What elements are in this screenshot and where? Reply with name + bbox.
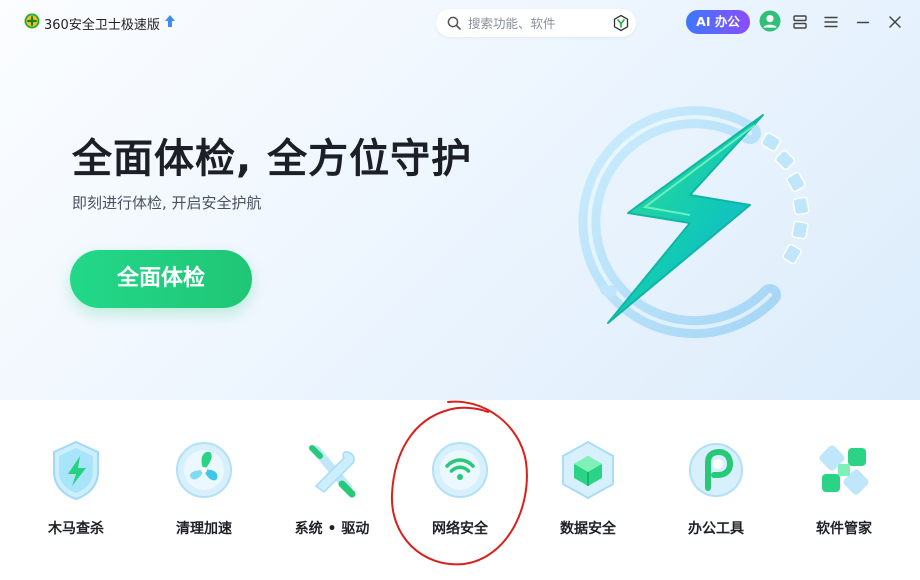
title-bar: 360安全卫士极速版 AI 办公 [0,0,920,46]
tool-label: 办公工具 [688,521,744,537]
full-scan-button[interactable]: 全面体检 [70,250,252,308]
minimize-icon[interactable] [853,12,873,32]
tool-cleanup[interactable]: 清理加速 [144,438,264,548]
search-bar[interactable] [436,9,636,37]
app-grid-icon [819,445,869,495]
ai-office-button[interactable]: AI 办公 [686,10,750,34]
wifi-icon [432,442,488,498]
upgrade-arrow-icon[interactable] [164,14,176,28]
tool-network-security[interactable]: 网络安全 [400,438,520,548]
tool-label: 软件管家 [816,521,872,537]
app-logo-icon [24,13,40,29]
wrench-screwdriver-icon [309,445,356,498]
user-avatar-icon[interactable] [759,10,781,32]
tool-label: 数据安全 [560,521,616,537]
data-cube-icon [562,440,614,500]
fan-icon [176,442,232,498]
tool-label: 网络安全 [432,521,488,537]
hero-title: 全面体检, 全方位守护 [72,136,473,182]
store-hexagon-icon[interactable] [612,14,630,32]
tool-label: 木马查杀 [48,521,104,537]
search-icon [447,16,461,30]
menu-icon[interactable] [821,12,841,32]
app-title: 360安全卫士极速版 [44,18,160,33]
close-icon[interactable] [885,12,905,32]
tool-label: 清理加速 [176,521,232,537]
tool-office-tools[interactable]: 办公工具 [656,438,776,548]
skin-menu-icon[interactable] [790,12,810,32]
lightning-shield-illustration [578,106,810,339]
shield-bolt-icon [53,440,99,501]
tool-label: 系统 • 驱动 [294,521,370,537]
app-window: 360安全卫士极速版 AI 办公 [0,0,920,580]
tool-trojan-scan[interactable]: 木马查杀 [16,438,136,548]
hero-subtitle: 即刻进行体检, 开启安全护航 [72,194,262,212]
tool-system-driver[interactable]: 系统 • 驱动 [272,438,392,548]
hero-panel: 360安全卫士极速版 AI 办公 [0,0,920,400]
office-p-icon [689,443,743,497]
tool-data-security[interactable]: 数据安全 [528,438,648,548]
search-input[interactable] [468,13,598,33]
tool-software-manager[interactable]: 软件管家 [784,438,904,548]
